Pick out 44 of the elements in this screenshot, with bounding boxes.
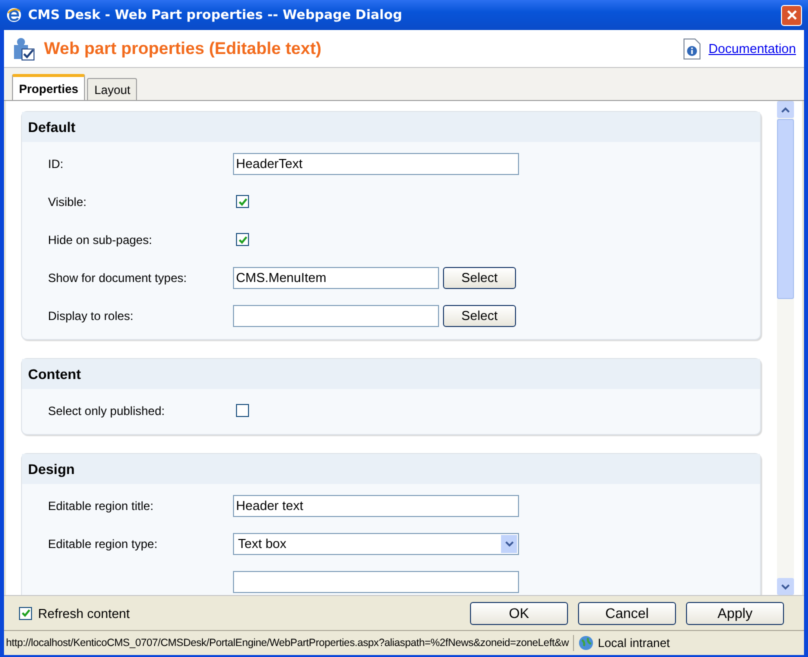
checkbox-label: Refresh content: [38, 606, 130, 620]
dropdown[interactable]: Text box: [233, 532, 519, 554]
chevron-down-icon: [504, 540, 514, 546]
text-field[interactable]: [233, 304, 439, 326]
tab[interactable]: Properties: [12, 74, 86, 100]
close-icon: [786, 9, 798, 21]
scrollbar[interactable]: [777, 101, 794, 595]
field-label: Editable region title:: [48, 498, 154, 512]
field-label: Select only published:: [48, 404, 165, 418]
checkbox[interactable]: [236, 195, 249, 208]
field-label: Hide on sub-pages:: [48, 232, 152, 246]
section-header: Content: [22, 359, 760, 389]
text-field[interactable]: HeaderText: [233, 152, 519, 174]
close-button[interactable]: [781, 4, 802, 26]
field-label: Display to roles:: [48, 308, 134, 322]
dialog-button[interactable]: Cancel: [578, 602, 676, 624]
status-url: http://localhost/KenticoCMS_0707/CMSDesk/PortalEngine/WebPartProperties.aspx?aliaspath=%2fNews&zoneid=zoneLeft&w: [5, 637, 570, 649]
section-header: Default: [22, 112, 760, 142]
select-button[interactable]: Select: [443, 266, 516, 288]
field-label: Editable region type:: [48, 536, 158, 550]
text-field[interactable]: [233, 570, 519, 592]
documentation-link[interactable]: Documentation: [708, 41, 796, 56]
puzzle-check-icon: [12, 36, 36, 60]
dialog-title: Web part properties (Editable text): [44, 38, 322, 58]
checkbox[interactable]: [236, 404, 249, 417]
chevron-up-icon: [781, 106, 790, 112]
tab[interactable]: Layout: [87, 78, 138, 100]
field-label: Visible:: [48, 194, 86, 208]
text-field[interactable]: CMS.MenuItem: [233, 266, 439, 288]
browser-icon: [6, 7, 22, 23]
field-label: ID:: [48, 156, 64, 170]
field-label: Show for document types:: [48, 270, 187, 284]
checkbox[interactable]: [236, 233, 249, 246]
globe-icon: [578, 635, 594, 651]
section-header: Design: [22, 454, 760, 484]
select-button[interactable]: Select: [443, 304, 516, 326]
chevron-down-icon: [781, 584, 790, 590]
zone-label: Local intranet: [598, 636, 670, 650]
window-title: CMS Desk - Web Part properties -- Webpage Dialog: [28, 8, 404, 22]
dialog-button[interactable]: Apply: [686, 602, 784, 624]
info-document-icon: [682, 38, 701, 60]
checkbox[interactable]: [19, 606, 32, 620]
text-field[interactable]: Header text: [233, 494, 519, 516]
dialog-button[interactable]: OK: [470, 602, 568, 624]
